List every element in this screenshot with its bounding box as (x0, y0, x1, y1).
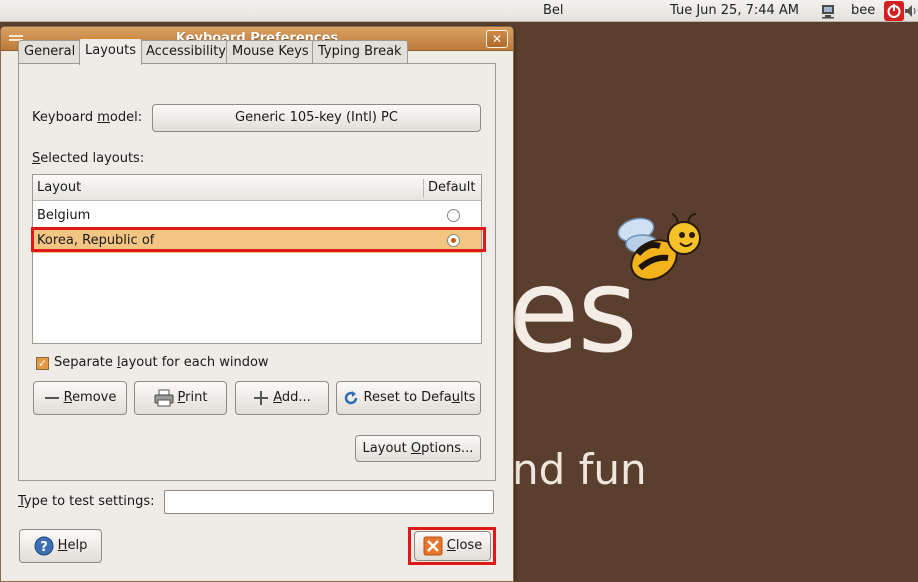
highlight-box-close-button (408, 527, 496, 565)
tab-mouse-keys[interactable]: Mouse Keys (226, 40, 315, 64)
svg-text:?: ? (40, 540, 48, 555)
layouts-list[interactable]: Layout Default Belgium Korea, Republic o… (32, 174, 482, 344)
highlight-box-korea-row (31, 227, 486, 252)
minus-icon (44, 396, 59, 399)
top-panel: Bel Tue Jun 25, 7:44 AM bee (0, 0, 918, 22)
remove-button[interactable]: Remove (33, 381, 127, 415)
test-settings-input[interactable] (164, 490, 494, 514)
separate-layout-checkbox[interactable]: ✓ (36, 357, 49, 370)
printer-icon (154, 389, 174, 406)
list-header: Layout Default (33, 175, 481, 201)
column-divider (423, 179, 424, 197)
clock[interactable]: Tue Jun 25, 7:44 AM (670, 3, 799, 18)
layout-options-button[interactable]: Layout Options... (355, 435, 481, 462)
keyboard-model-label: Keyboard model: (32, 110, 143, 125)
default-radio[interactable] (447, 209, 460, 222)
help-icon: ? (34, 536, 54, 555)
refresh-icon (344, 390, 357, 404)
column-header-layout[interactable]: Layout (37, 180, 81, 195)
power-icon[interactable] (884, 1, 904, 21)
column-header-default[interactable]: Default (428, 180, 476, 195)
tab-accessibility[interactable]: Accessibility (140, 40, 232, 64)
keyboard-indicator[interactable]: Bel (543, 3, 564, 18)
tab-general[interactable]: General (18, 40, 82, 64)
help-button[interactable]: ? Help (19, 529, 102, 563)
plus-icon (254, 390, 269, 405)
add-button[interactable]: Add... (235, 381, 329, 415)
window-close-icon[interactable]: ✕ (486, 30, 508, 48)
bee-mascot-icon (617, 213, 701, 281)
test-settings-label: Type to test settings: (18, 494, 155, 509)
print-button[interactable]: Print (134, 381, 227, 415)
selected-layouts-label: Selected layouts: (32, 151, 145, 166)
user-menu[interactable]: bee (851, 3, 875, 18)
layout-row-belgium[interactable]: Belgium (33, 203, 481, 228)
tab-layouts[interactable]: Layouts (79, 37, 142, 65)
tab-typing-break[interactable]: Typing Break (312, 40, 408, 64)
separate-layout-label[interactable]: Separate layout for each window (54, 355, 269, 370)
network-icon[interactable] (819, 2, 837, 20)
keyboard-model-button[interactable]: Generic 105-key (Intl) PC (152, 104, 481, 132)
volume-icon[interactable] (904, 2, 918, 20)
reset-to-defaults-button[interactable]: Reset to Defaults (336, 381, 481, 415)
wallpaper-small-text: nd fun (512, 445, 647, 494)
layout-name: Belgium (37, 208, 91, 223)
